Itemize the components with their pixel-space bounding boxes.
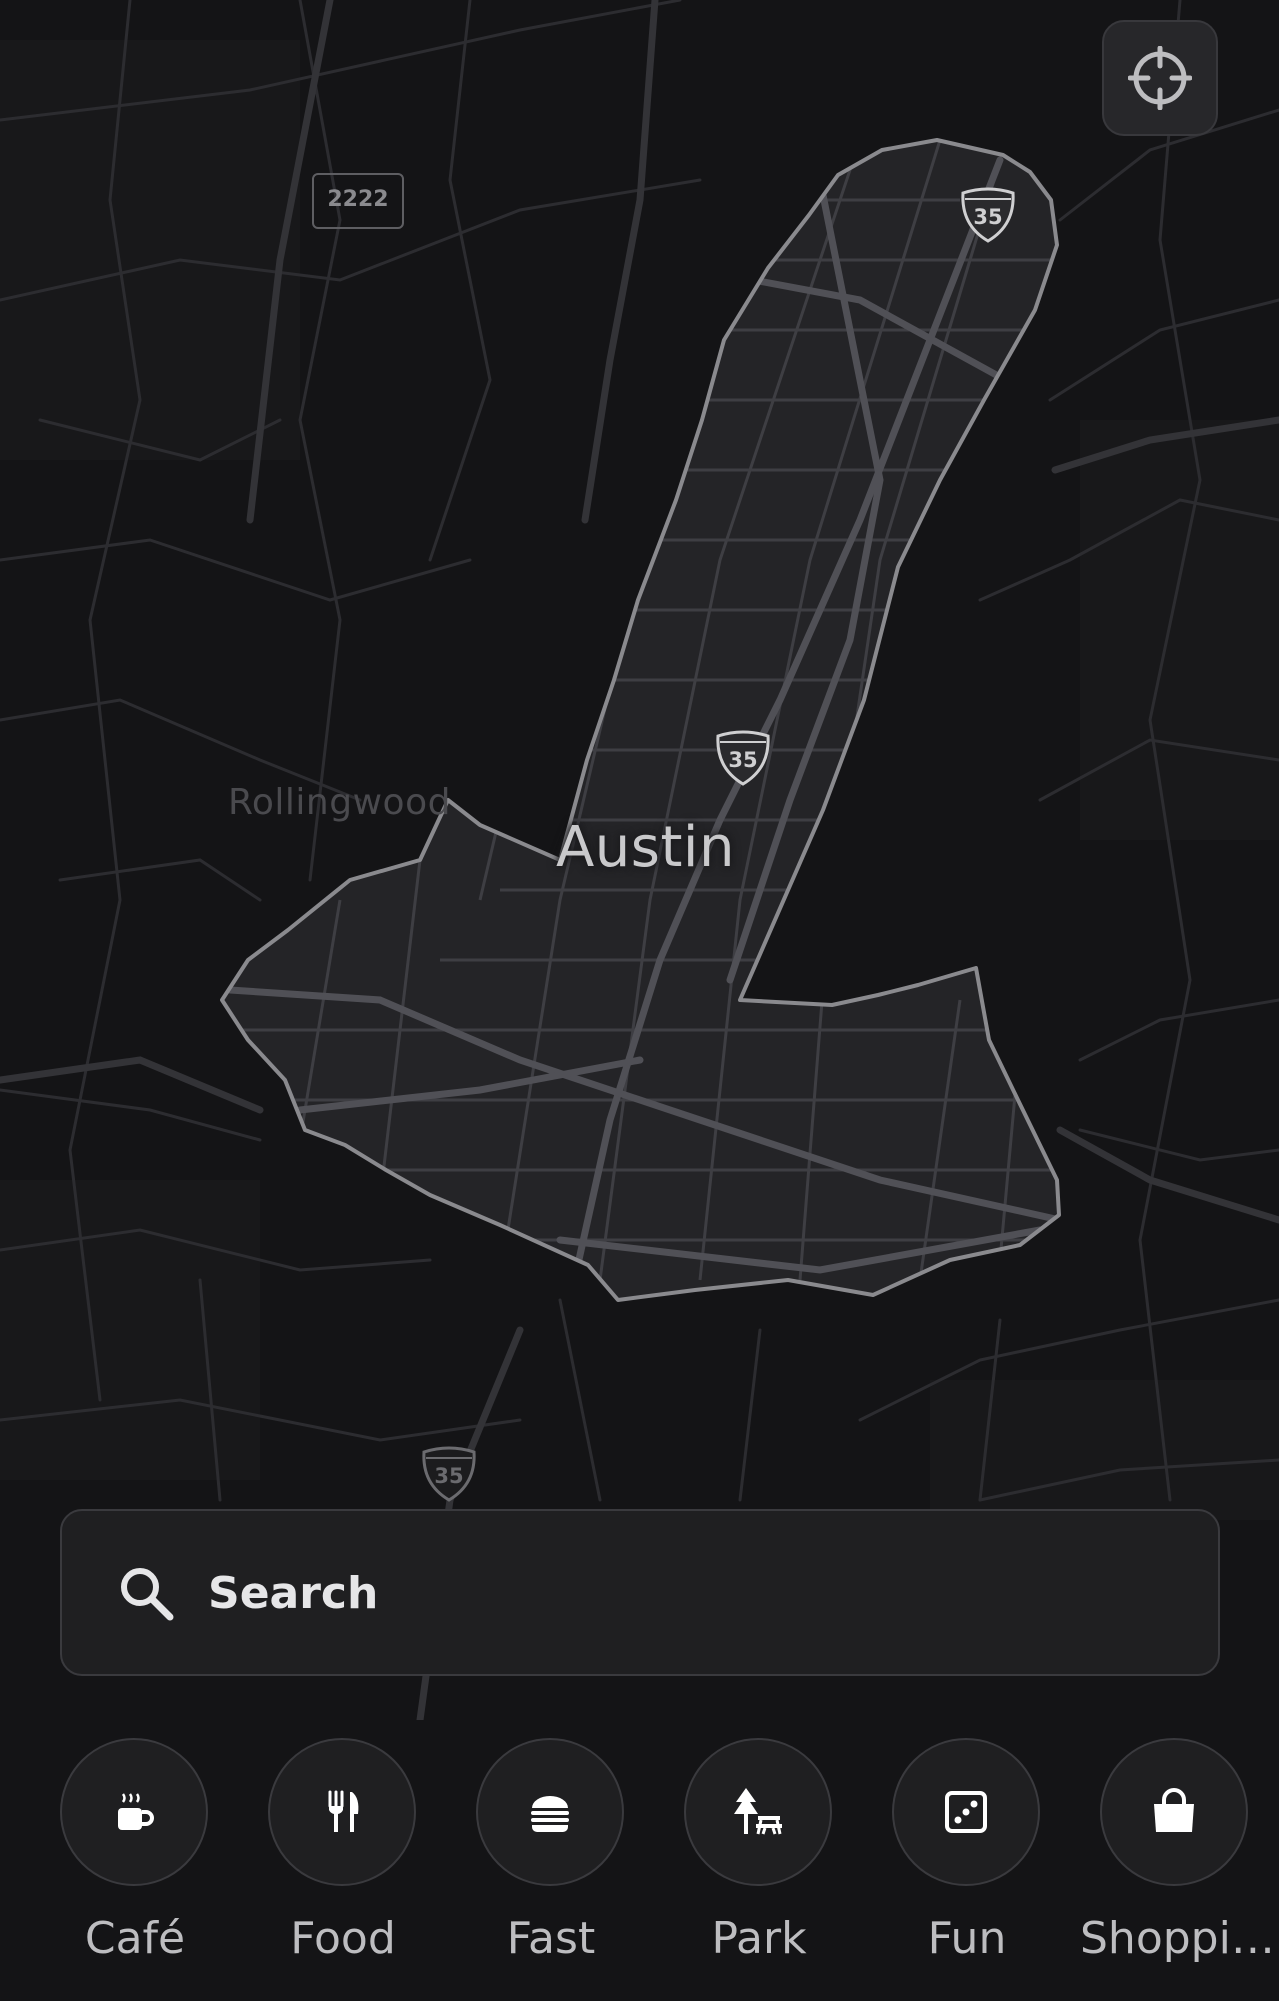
dice-icon [945, 1791, 987, 1833]
search-icon [121, 1568, 174, 1621]
interstate-shield-south: 35 [418, 1442, 480, 1504]
category-cafe-button[interactable] [60, 1738, 208, 1886]
category-shopping-button[interactable] [1100, 1738, 1248, 1886]
category-fun-label: Fun [927, 1913, 1007, 1964]
coffee-cup-icon [118, 1793, 154, 1830]
category-fun-button[interactable] [892, 1738, 1040, 1886]
category-park-label: Park [711, 1913, 807, 1964]
category-fun[interactable]: Fun [892, 1738, 1042, 1988]
category-park-button[interactable] [684, 1738, 832, 1886]
burger-icon [531, 1796, 569, 1832]
category-park[interactable]: Park [684, 1738, 834, 1988]
place-label-rollingwood: Rollingwood [228, 782, 451, 823]
interstate-shield-north-number: 35 [973, 205, 1003, 229]
search-bar[interactable] [60, 1509, 1220, 1676]
fork-knife-icon [328, 1790, 359, 1832]
category-food[interactable]: Food [268, 1738, 418, 1988]
interstate-shield-south-number: 35 [434, 1464, 464, 1488]
interstate-shield-north: 35 [957, 183, 1019, 245]
category-fast-button[interactable] [476, 1738, 624, 1886]
interstate-shield-center: 35 [712, 726, 774, 788]
place-label-austin: Austin [556, 815, 735, 880]
category-fast[interactable]: Fast [476, 1738, 626, 1988]
search-input[interactable] [208, 1563, 1108, 1623]
category-shopping-label: Shoppi… [1080, 1913, 1275, 1964]
crosshair-icon [1128, 46, 1192, 110]
locate-me-button[interactable] [1102, 20, 1218, 136]
category-cafe-label: Café [84, 1913, 186, 1964]
state-highway-sign: 2222 [312, 173, 404, 229]
map-view[interactable]: Rollingwood Austin 35 35 35 2222 [0, 0, 1279, 1720]
category-food-label: Food [290, 1913, 396, 1964]
state-highway-sign-number: 2222 [327, 187, 389, 212]
category-food-button[interactable] [268, 1738, 416, 1886]
tree-bench-icon [734, 1788, 782, 1835]
interstate-shield-center-number: 35 [728, 748, 758, 772]
category-cafe[interactable]: Café [60, 1738, 210, 1988]
category-fast-label: Fast [506, 1913, 596, 1964]
shopping-bag-icon [1154, 1788, 1194, 1832]
category-shopping[interactable]: Shoppi… [1080, 1738, 1275, 1988]
